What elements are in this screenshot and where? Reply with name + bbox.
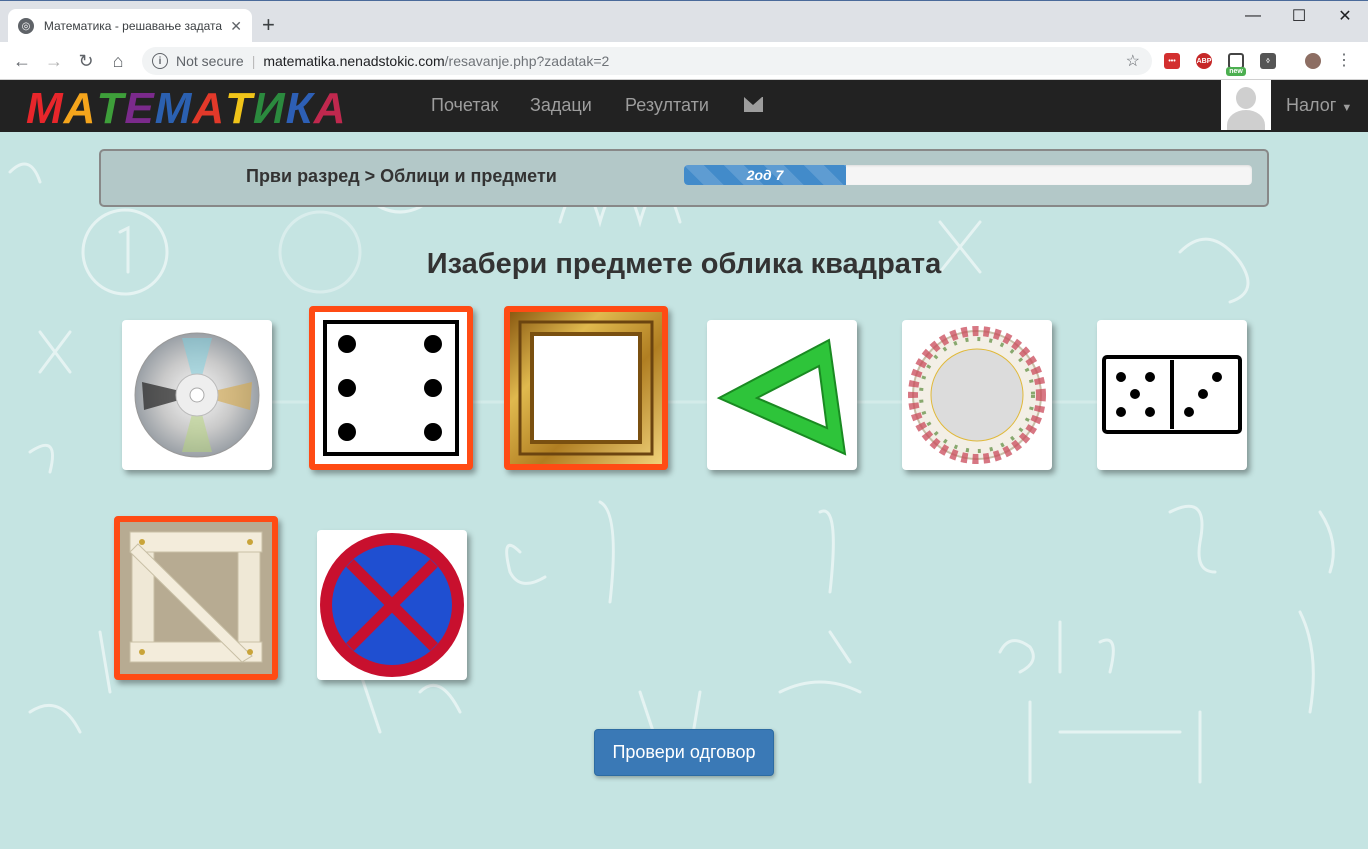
close-window-button[interactable]: ✕ [1322,1,1368,31]
logo-letter: Е [124,84,155,133]
lastpass-icon[interactable]: ••• [1164,53,1180,69]
logo-letter: Т [96,84,125,133]
new-badge-label: new [1229,68,1243,75]
tab-close-icon[interactable]: ✕ [230,18,242,35]
back-button[interactable]: ← [10,49,34,73]
bookmark-star-icon[interactable]: ☆ [1126,51,1140,71]
site-logo[interactable]: МАТЕМАТИКА [26,84,347,134]
maximize-button[interactable]: ☐ [1276,1,1322,31]
url-host: matematika.nenadstokic.com [263,53,445,69]
card-dice-six[interactable] [309,306,473,470]
nav-tasks[interactable]: Задаци [530,95,592,116]
card-set-square[interactable] [707,320,857,470]
browser-toolbar: ← → ↻ ⌂ i Not secure | matematika.nenads… [0,42,1368,80]
caret-down-icon: ▼ [1341,102,1353,114]
plate-icon [908,326,1046,464]
logo-letter: И [253,84,286,133]
new-tab-button[interactable]: + [262,13,275,37]
card-domino[interactable] [1097,320,1247,470]
logo-letter: Т [225,84,254,133]
forward-button[interactable]: → [42,49,66,73]
globe-icon: ◎ [18,18,34,34]
account-label: Налог [1286,95,1337,115]
wooden-frame-icon [120,522,272,674]
logo-letter: К [285,84,314,133]
home-button[interactable]: ⌂ [106,49,130,73]
logo-letter: А [192,84,226,133]
window-controls: — ☐ ✕ [1230,1,1368,31]
picture-frame-icon [510,312,662,464]
site-navbar: МАТЕМАТИКА Почетак Задаци Резултати [0,80,1368,134]
account-menu[interactable]: Налог ▼ [1286,95,1352,116]
browser-tab[interactable]: ◎ Математика - решавање задата ✕ [8,9,252,43]
card-gold-frame[interactable] [504,306,668,470]
tab-title: Математика - решавање задата [43,19,223,33]
address-bar[interactable]: i Not secure | matematika.nenadstokic.co… [142,47,1152,75]
browser-menu-icon[interactable]: ⋮ [1336,51,1352,71]
logo-letter: А [63,84,97,133]
card-no-stopping-sign[interactable] [317,530,467,680]
nav-home[interactable]: Почетак [431,95,498,116]
security-label: Not secure [176,53,244,69]
task-header: Први разред > Облици и предмети 2од 7 [99,149,1269,207]
question-title: Изабери предмете облика квадрата [426,248,942,280]
user-profile-icon[interactable] [1305,53,1321,69]
breadcrumb: Први разред > Облици и предмети [246,166,557,186]
domino-icon [1102,355,1242,434]
new-badge: new [1226,67,1246,76]
mail-icon[interactable] [744,97,763,112]
logo-letter: А [313,84,347,133]
card-cd[interactable] [122,320,272,470]
triangle-ruler-icon [716,338,847,456]
dice-six-icon [323,320,459,456]
no-stopping-sign-icon [320,533,464,677]
browser-tabstrip: ◎ Математика - решавање задата ✕ + — ☐ ✕ [0,0,1368,43]
address-separator: | [251,53,256,69]
adblock-icon[interactable]: ABP [1196,53,1212,69]
progress-bar: 2од 7 [684,165,1252,185]
url-path: /resavanje.php?zadatak=2 [444,53,610,69]
card-plate[interactable] [902,320,1052,470]
progress-label: 2од 7 [746,167,784,183]
cd-icon [134,332,260,458]
card-wooden-frame[interactable] [114,516,278,680]
minimize-button[interactable]: — [1230,1,1276,31]
avatar[interactable] [1221,80,1271,130]
bulb-icon[interactable]: ◊ [1260,53,1276,69]
info-icon[interactable]: i [152,53,168,69]
check-answer-button[interactable]: Провери одговор [594,729,774,776]
nav-results[interactable]: Резултати [625,95,709,116]
adblock-label: ABP [1196,57,1212,65]
logo-letter: М [154,84,193,133]
reload-button[interactable]: ↻ [74,49,98,73]
logo-letter: М [26,84,64,133]
